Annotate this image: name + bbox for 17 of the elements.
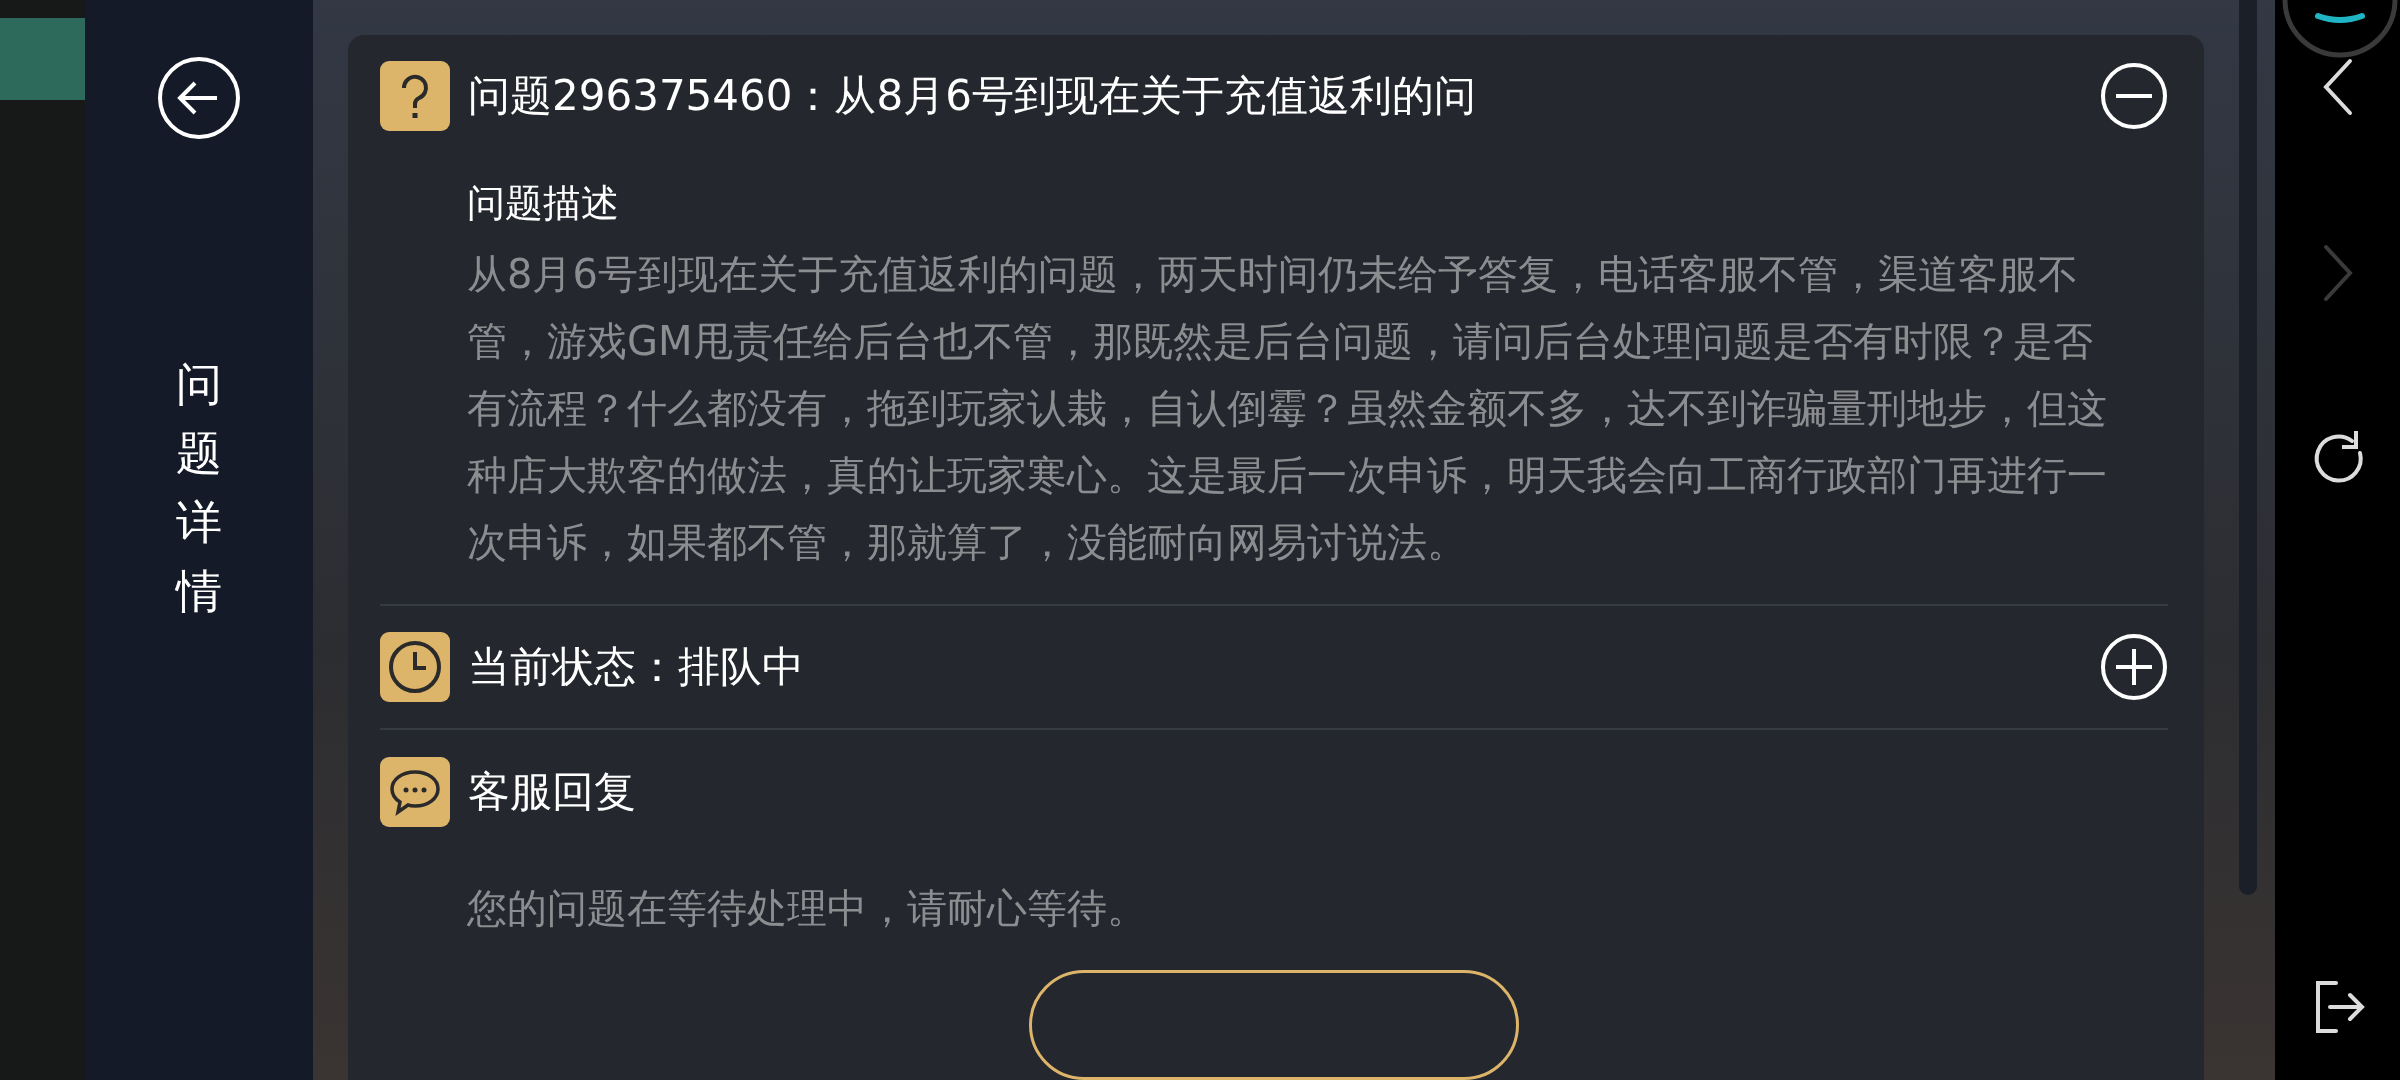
expand-icon [2100,633,2168,701]
section-title: 当前状态：排队中 [468,641,805,693]
floating-ball-icon[interactable] [2280,0,2400,60]
action-button[interactable] [1029,970,1519,1080]
question-mark-icon [380,61,450,132]
description-text: 从8月6号到现在关于充值返利的问题，两天时间仍未给予答复，电话客服不管，渠道客服不管，游戏GM甩责任给后台也不管，那既然是后台问题，请问后台处理问题是否有时限？是否有流程？什么都没有，拖到玩家认栽，自认倒霉？虽然金额不多，达不到诈骗量刑地步，但这种店大欺客的做法，真的让玩家寒心。这是最后一次申诉，明天我会向工商行政部门再进行一次申诉，如果都不管，那就算了，没能耐向网易讨说法。 [467,249,2108,567]
back-button[interactable] [157,56,241,140]
expand-toggle-button[interactable] [2100,62,2168,131]
chat-bubble-icon [380,756,450,827]
reply-text: 您的问题在等待处理中，请耐心等待。 [467,884,1148,933]
clock-icon [380,632,450,702]
expand-toggle-button[interactable] [2100,633,2168,701]
page-title: 问题详情 [176,356,222,620]
collapse-icon [2100,62,2168,131]
description-label: 问题描述 [467,179,620,227]
section-title: 问题296375460：从8月6号到现在关于充值返利的问 [468,70,1477,123]
section-title: 客服回复 [468,765,637,818]
